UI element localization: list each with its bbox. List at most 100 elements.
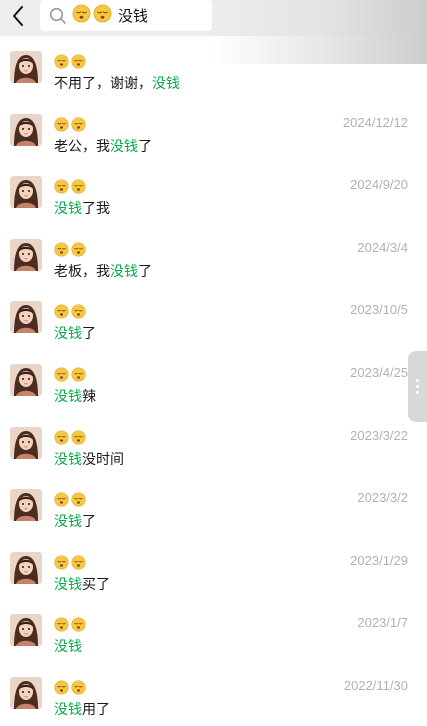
snippet-keyword: 没钱 xyxy=(54,451,82,468)
message-snippet: 老板，我没钱了 xyxy=(54,261,152,281)
message-snippet: 没钱用了 xyxy=(54,699,110,719)
sleeping-face-icon xyxy=(71,492,86,508)
snippet-keyword: 没钱 xyxy=(54,576,82,593)
message-date: 2024/12/12 xyxy=(342,114,408,130)
sleeping-face-icon xyxy=(71,430,86,446)
sleeping-face-icon xyxy=(71,304,86,320)
snippet-keyword: 没钱 xyxy=(54,201,82,218)
sleeping-face-icon xyxy=(54,617,69,633)
snippet-keyword: 没钱 xyxy=(54,514,82,531)
sleeping-face-icon xyxy=(71,555,86,571)
sleeping-face-icon xyxy=(54,304,69,320)
search-result-item[interactable]: 2024/12/12 老公，我没钱了 xyxy=(0,105,427,167)
avatar xyxy=(10,113,42,146)
message-snippet: 没钱了 xyxy=(54,511,96,531)
search-result-item[interactable]: 2024/9/20 没钱了我 xyxy=(0,167,427,229)
search-result-item[interactable]: 2023/3/2 没钱了 xyxy=(0,480,427,542)
snippet-keyword: 没钱 xyxy=(54,326,82,343)
contact-name xyxy=(54,54,88,70)
contact-name xyxy=(54,492,88,508)
search-result-item[interactable]: 2023/4/25 没钱辣 xyxy=(0,355,427,417)
avatar xyxy=(10,489,42,522)
sleeping-face-icon xyxy=(71,367,86,383)
message-snippet: 没钱了 xyxy=(54,323,96,343)
sleeping-face-icon xyxy=(71,54,86,70)
contact-name xyxy=(54,117,88,133)
message-date: 2023/3/22 xyxy=(350,427,408,443)
snippet-after: 用了 xyxy=(82,702,110,718)
sleeping-face-icon xyxy=(71,680,86,696)
snippet-keyword: 没钱 xyxy=(54,639,82,656)
message-date: 2024/3/4 xyxy=(357,239,408,255)
message-snippet: 没钱买了 xyxy=(54,574,110,594)
message-date: 2023/3/2 xyxy=(357,490,408,506)
snippet-after: 没时间 xyxy=(82,451,124,468)
search-result-item[interactable]: 2022/11/30 没钱用了 xyxy=(0,668,427,726)
search-result-item[interactable]: 不用了，谢谢，没钱 xyxy=(0,42,427,104)
message-snippet: 没钱 xyxy=(54,636,82,656)
sleeping-face-icon xyxy=(54,680,69,696)
message-snippet: 不用了，谢谢，没钱 xyxy=(54,73,180,93)
scrollbar-handle[interactable] xyxy=(408,351,427,422)
snippet-keyword: 没钱 xyxy=(152,76,180,92)
sleeping-face-icon xyxy=(93,4,112,27)
sleeping-face-icon xyxy=(72,4,91,27)
message-date: 2023/10/5 xyxy=(350,302,408,318)
avatar xyxy=(10,238,42,271)
sleeping-face-icon xyxy=(71,117,86,133)
message-date: 2022/11/30 xyxy=(343,678,408,693)
top-bar: 没钱 xyxy=(0,0,427,64)
snippet-after: 辣 xyxy=(82,389,96,405)
message-snippet: 老公，我没钱了 xyxy=(54,136,152,156)
chevron-left-icon xyxy=(13,6,23,26)
message-date: 2023/1/7 xyxy=(357,615,408,631)
contact-name xyxy=(54,367,88,383)
search-result-item[interactable]: 2024/3/4 老板，我没钱了 xyxy=(0,230,427,292)
sleeping-face-icon xyxy=(54,117,69,133)
message-snippet: 没钱了我 xyxy=(54,198,110,218)
sleeping-face-icon xyxy=(71,242,86,258)
contact-name xyxy=(54,430,88,446)
message-date: 2023/4/25 xyxy=(350,365,408,380)
search-input[interactable]: 没钱 xyxy=(40,0,212,31)
snippet-keyword: 没钱 xyxy=(110,263,138,280)
sleeping-face-icon xyxy=(54,54,69,70)
snippet-keyword: 没钱 xyxy=(110,138,138,155)
message-date: 2024/9/20 xyxy=(350,177,408,193)
search-result-item[interactable]: 2023/1/29 没钱买了 xyxy=(0,543,427,605)
search-result-item[interactable]: 2023/10/5 没钱了 xyxy=(0,292,427,354)
sleeping-face-icon xyxy=(54,430,69,446)
contact-name xyxy=(54,242,88,258)
snippet-before: 老板，我 xyxy=(54,263,110,280)
sleeping-face-icon xyxy=(54,179,69,195)
sleeping-face-icon xyxy=(71,179,86,195)
search-icon xyxy=(48,6,68,26)
snippet-before: 老公，我 xyxy=(54,138,110,155)
sleeping-face-icon xyxy=(54,242,69,258)
message-date: 2023/1/29 xyxy=(350,552,408,568)
search-result-item[interactable]: 2023/3/22 没钱没时间 xyxy=(0,418,427,480)
snippet-before: 不用了，谢谢， xyxy=(54,76,152,92)
contact-name xyxy=(54,304,88,320)
snippet-keyword: 没钱 xyxy=(54,702,82,718)
sleeping-face-icon xyxy=(71,617,86,633)
avatar xyxy=(10,176,42,209)
avatar xyxy=(10,51,42,83)
avatar xyxy=(10,614,42,647)
message-snippet: 没钱没时间 xyxy=(54,449,124,469)
search-results-list: 不用了，谢谢，没钱 2024/12/12 老公，我没钱了 2024/9/20 没… xyxy=(0,36,427,726)
search-query-text: 没钱 xyxy=(118,7,149,25)
avatar xyxy=(10,301,42,334)
avatar xyxy=(10,551,42,584)
back-button[interactable] xyxy=(4,0,32,32)
contact-name xyxy=(54,555,88,571)
avatar xyxy=(10,364,42,396)
snippet-after: 了 xyxy=(138,263,152,280)
contact-name xyxy=(54,179,88,195)
sleeping-face-icon xyxy=(54,492,69,508)
snippet-after: 了 xyxy=(138,138,152,155)
sleeping-face-icon xyxy=(54,555,69,571)
search-result-item[interactable]: 2023/1/7 没钱 xyxy=(0,605,427,667)
snippet-after: 了 xyxy=(82,326,96,343)
contact-name xyxy=(54,617,88,633)
